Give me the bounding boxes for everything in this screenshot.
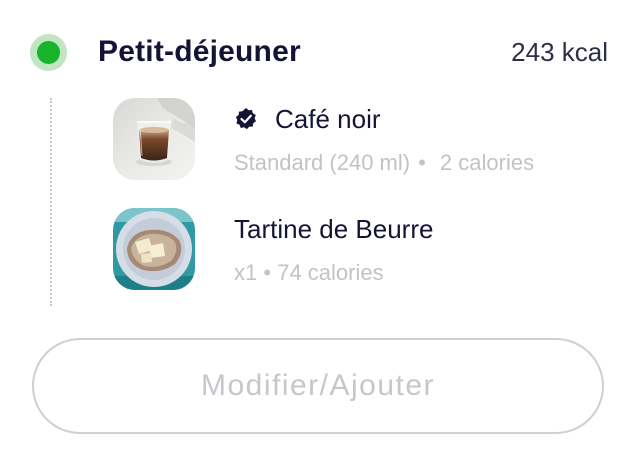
food-item-cafe-noir[interactable]: Café noir Standard (240 ml) • 2 calories (113, 98, 603, 180)
item-detail: Standard (240 ml) • 2 calories (234, 150, 534, 176)
item-separator: • (263, 260, 272, 285)
bread-butter-plate-image (113, 208, 195, 290)
item-portion: x1 (234, 260, 258, 285)
item-name: Café noir (275, 103, 381, 134)
item-calories: 74 calories (277, 260, 384, 285)
modify-add-button-label: Modifier/Ajouter (200, 369, 436, 402)
modify-add-button[interactable]: Modifier/Ajouter (32, 338, 604, 434)
item-portion: Standard (240 ml) (234, 150, 411, 175)
food-item-tartine-de-beurre[interactable]: Tartine de Beurre x1 • 74 calories (113, 208, 603, 290)
meal-status-dot-icon (30, 33, 67, 71)
timeline-line (50, 98, 52, 306)
meal-kcal: 243 kcal (511, 36, 608, 67)
item-separator: • (418, 150, 426, 175)
item-calories: 2 calories (439, 150, 535, 175)
coffee-glass-image (113, 98, 195, 180)
item-name-row: Café noir (234, 102, 381, 136)
verified-badge-icon (235, 108, 256, 130)
meal-card: Petit-déjeuner 243 kcal Café noir Standa… (0, 0, 636, 466)
meal-title: Petit-déjeuner (98, 35, 301, 68)
item-detail: x1 • 74 calories (234, 260, 384, 286)
item-name: Tartine de Beurre (234, 213, 434, 244)
item-name-row: Tartine de Beurre (234, 212, 433, 246)
meal-header: Petit-déjeuner 243 kcal (30, 28, 608, 76)
